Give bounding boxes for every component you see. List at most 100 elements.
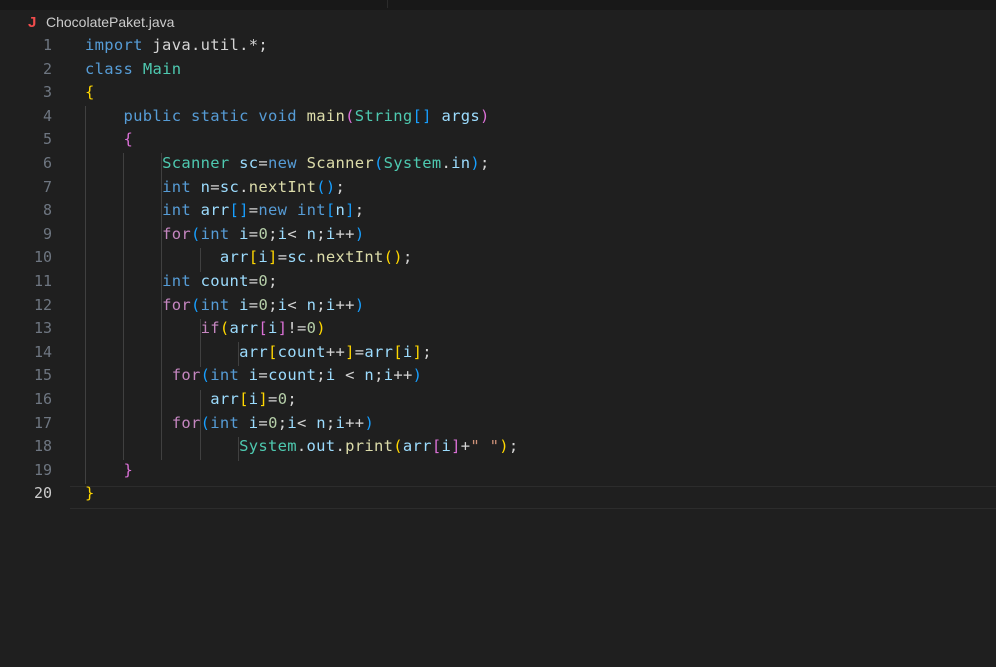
code-line[interactable]: 11 int count=0; <box>0 270 996 294</box>
code-token: ; <box>354 201 365 220</box>
code-line[interactable]: 13 if(arr[i]!=0) <box>0 317 996 341</box>
code-token: arr <box>219 248 249 267</box>
code-area[interactable]: 1 import java.util.*; 2 class Main 3{4 publi… <box>0 34 996 506</box>
code-line[interactable]: 1 import java.util.*; <box>0 34 996 58</box>
code-token: n <box>306 224 317 243</box>
code-token: 0 <box>258 295 269 314</box>
line-number: 17 <box>33 413 52 432</box>
code-token: . <box>441 153 452 172</box>
code-line[interactable]: 14 arr[count++]=arr[i]; <box>0 341 996 365</box>
code-line[interactable]: 16 arr[i]=0; <box>0 388 996 412</box>
code-text[interactable]: } <box>85 482 95 506</box>
line-number: 18 <box>33 437 52 456</box>
code-text[interactable]: import java.util.*; <box>85 34 268 58</box>
code-line[interactable]: 3{ <box>0 81 996 105</box>
code-token: ( <box>219 319 230 338</box>
code-token: ) <box>470 153 481 172</box>
code-line[interactable]: 7 int n=sc.nextInt(); <box>0 176 996 200</box>
code-text[interactable]: public static void main(String[] args) <box>85 105 490 129</box>
code-text[interactable]: { <box>85 81 95 105</box>
code-text[interactable]: System.out.print(arr[i]+" "); <box>85 435 519 459</box>
code-token: < <box>287 224 307 243</box>
breadcrumb[interactable]: J ChocolatePaket.java <box>28 12 174 32</box>
code-token: n <box>316 413 326 432</box>
tab-divider <box>387 0 388 8</box>
code-token: arr <box>210 389 240 408</box>
code-token: Scanner <box>306 153 375 172</box>
code-token: int <box>162 271 191 290</box>
code-line[interactable]: 8 int arr[]=new int[n]; <box>0 199 996 223</box>
code-token: != <box>287 319 307 338</box>
code-token: ) <box>412 366 423 385</box>
code-token: n <box>364 366 375 385</box>
code-line[interactable]: 5 { <box>0 128 996 152</box>
code-text[interactable]: for(int i=count;i < n;i++) <box>85 364 422 388</box>
code-token: < <box>287 295 307 314</box>
code-text[interactable]: if(arr[i]!=0) <box>85 317 326 341</box>
code-token: static <box>190 106 249 125</box>
code-token: ; <box>325 413 336 432</box>
code-text[interactable]: Scanner sc=new Scanner(System.in); <box>85 152 490 176</box>
code-text[interactable]: arr[i]=0; <box>85 388 297 412</box>
code-token: = <box>354 342 365 361</box>
code-token: ; <box>422 342 432 361</box>
code-text[interactable]: for(int i=0;i< n;i++) <box>85 412 374 436</box>
code-text[interactable]: } <box>85 459 133 483</box>
code-text[interactable]: arr[count++]=arr[i]; <box>85 341 432 365</box>
code-text[interactable]: arr[i]=sc.nextInt(); <box>85 246 413 270</box>
code-line[interactable]: 9 for(int i=0;i< n;i++) <box>0 223 996 247</box>
code-text[interactable]: int count=0; <box>85 270 278 294</box>
code-line[interactable]: 19 } <box>0 459 996 483</box>
code-text[interactable]: int arr[]=new int[n]; <box>85 199 364 223</box>
code-line[interactable]: 18 System.out.print(arr[i]+" "); <box>0 435 996 459</box>
code-text[interactable]: for(int i=0;i< n;i++) <box>85 223 364 247</box>
code-token: class <box>85 59 134 78</box>
code-line[interactable]: 15 for(int i=count;i < n;i++) <box>0 364 996 388</box>
code-text[interactable]: for(int i=0;i< n;i++) <box>85 294 364 318</box>
line-number: 19 <box>33 460 52 479</box>
code-token: in <box>451 153 471 172</box>
code-token: ) <box>364 413 375 432</box>
code-token: [] <box>229 201 249 220</box>
code-token: i <box>325 366 336 385</box>
line-number: 7 <box>42 177 52 196</box>
code-token: arr <box>239 342 269 361</box>
code-text[interactable]: { <box>85 128 133 152</box>
code-line[interactable]: 4 public static void main(String[] args) <box>0 105 996 129</box>
code-token: = <box>248 201 259 220</box>
line-number: 15 <box>33 366 52 385</box>
code-line[interactable]: 20} <box>0 482 996 506</box>
code-token: i <box>239 224 249 243</box>
code-token: ( <box>200 366 211 385</box>
code-text[interactable]: int n=sc.nextInt(); <box>85 176 345 200</box>
breadcrumb-filename[interactable]: ChocolatePaket.java <box>46 14 174 30</box>
code-token: + <box>460 437 471 456</box>
code-token: arr <box>364 342 394 361</box>
code-line[interactable]: 17 for(int i=0;i< n;i++) <box>0 412 996 436</box>
code-token: ; <box>480 153 490 172</box>
code-token: for <box>171 413 201 432</box>
code-token: ] <box>345 201 355 220</box>
code-line[interactable]: 2 class Main <box>0 58 996 82</box>
code-line[interactable]: 12 for(int i=0;i< n;i++) <box>0 294 996 318</box>
code-line[interactable]: 10 arr[i]=sc.nextInt(); <box>0 246 996 270</box>
code-text[interactable]: class Main <box>85 58 181 82</box>
code-line[interactable]: 6 Scanner sc=new Scanner(System.in); <box>0 152 996 176</box>
code-token: 0 <box>258 271 269 290</box>
code-token: new <box>258 201 288 220</box>
java-icon: J <box>28 13 37 31</box>
code-editor[interactable]: J ChocolatePaket.java 1 import java.util.… <box>0 0 996 667</box>
code-token: i <box>325 295 336 314</box>
